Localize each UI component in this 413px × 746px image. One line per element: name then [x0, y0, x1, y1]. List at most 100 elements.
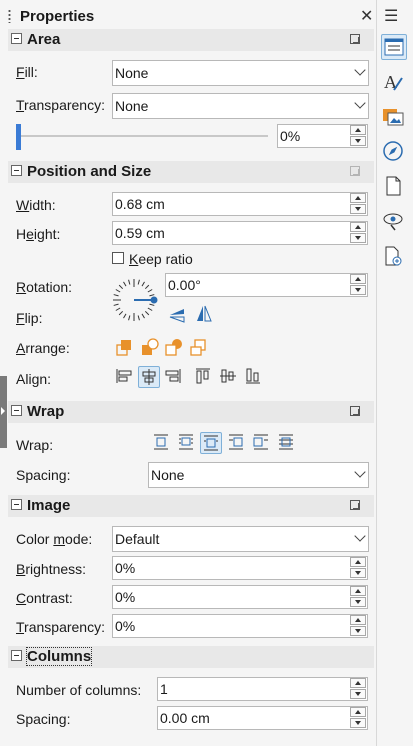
spin-down-icon[interactable] — [350, 568, 366, 578]
align-center-button[interactable] — [138, 366, 160, 388]
spin-up-icon[interactable] — [350, 678, 366, 688]
wrap-none-button[interactable] — [151, 432, 173, 454]
spin-up-icon[interactable] — [350, 274, 366, 284]
spin-up-icon[interactable] — [350, 707, 366, 717]
spin-down-icon[interactable] — [350, 204, 366, 214]
brightness-value: 0% — [115, 560, 136, 576]
align-middle-button[interactable] — [218, 366, 240, 388]
align-right-button[interactable] — [163, 366, 185, 388]
fill-value: None — [115, 65, 149, 81]
color-mode-label: Color mode: — [16, 531, 93, 547]
align-left-button[interactable] — [114, 366, 136, 388]
spin-up-icon[interactable] — [350, 222, 366, 232]
wrap-section-header[interactable]: Wrap — [8, 401, 374, 423]
columns-spacing-spin[interactable]: 0.00 cm — [157, 706, 368, 730]
deck-tab-page[interactable] — [381, 174, 407, 200]
send-to-back-icon[interactable] — [189, 337, 209, 357]
spin-down-icon[interactable] — [350, 285, 366, 295]
gallery-icon — [383, 109, 404, 126]
deck-tab-properties[interactable] — [381, 34, 407, 60]
close-icon[interactable]: ✕ — [360, 6, 373, 26]
align-right-icon — [165, 369, 181, 383]
align-middle-icon — [220, 369, 236, 383]
more-options-icon[interactable] — [350, 34, 360, 44]
transparency-slider-thumb[interactable] — [16, 124, 21, 150]
dial-tick — [123, 313, 127, 319]
deck-tab-styles[interactable]: A — [381, 70, 407, 96]
spin-up-icon[interactable] — [350, 586, 366, 596]
spin-down-icon[interactable] — [350, 689, 366, 699]
dial-tick — [128, 315, 131, 321]
collapse-toggle-icon[interactable] — [11, 33, 22, 44]
page-icon — [386, 176, 401, 196]
collapse-toggle-icon[interactable] — [11, 650, 22, 661]
spin-up-icon[interactable] — [350, 615, 366, 625]
properties-icon — [384, 38, 404, 56]
spin-up-icon[interactable] — [350, 193, 366, 203]
height-spin[interactable]: 0.59 cm — [112, 221, 368, 245]
transparency-slider-track[interactable] — [16, 135, 268, 137]
dial-tick — [144, 284, 150, 290]
wrap-parallel-button[interactable] — [176, 432, 198, 454]
spin-down-icon[interactable] — [350, 718, 366, 728]
image-transparency-spin[interactable]: 0% — [112, 614, 368, 638]
keep-ratio-checkbox[interactable] — [112, 252, 124, 264]
flip-horizontal-icon[interactable] — [194, 304, 214, 324]
deck-tab-gallery[interactable] — [381, 104, 407, 130]
dial-tick — [149, 303, 155, 306]
drag-handle[interactable] — [8, 9, 11, 23]
contrast-spin[interactable]: 0% — [112, 585, 368, 609]
columns-section-header[interactable]: Columns — [8, 646, 374, 668]
dial-tick — [137, 279, 140, 285]
transparency-percent-spin[interactable]: 0% — [277, 124, 368, 148]
hamburger-menu-icon[interactable]: ☰ — [384, 6, 398, 26]
spin-up-icon[interactable] — [350, 557, 366, 567]
spin-down-icon[interactable] — [350, 136, 366, 146]
chevron-down-icon — [354, 64, 366, 76]
collapse-toggle-icon[interactable] — [11, 405, 22, 416]
wrap-right-button[interactable] — [251, 432, 273, 454]
contrast-label: Contrast: — [16, 590, 73, 606]
collapse-toggle-icon[interactable] — [11, 165, 22, 176]
spin-down-icon[interactable] — [350, 233, 366, 243]
collapse-toggle-icon[interactable] — [11, 499, 22, 510]
wrap-none-icon — [154, 434, 168, 450]
rotation-dial-icon[interactable] — [110, 276, 158, 324]
deck-tab-manage-changes[interactable] — [381, 244, 407, 270]
width-spin[interactable]: 0.68 cm — [112, 192, 368, 216]
flip-vertical-icon[interactable] — [168, 305, 188, 325]
forward-one-icon[interactable] — [140, 337, 160, 357]
rotation-spin[interactable]: 0.00° — [165, 273, 368, 297]
align-bottom-button[interactable] — [243, 366, 265, 388]
wrap-through-button[interactable] — [276, 432, 298, 454]
sidebar-collapse-handle[interactable] — [0, 376, 7, 448]
bring-to-front-icon[interactable] — [115, 337, 135, 357]
dial-tick — [144, 310, 150, 316]
dial-tick — [113, 294, 119, 297]
brightness-spin[interactable]: 0% — [112, 556, 368, 580]
color-mode-dropdown[interactable]: Default — [112, 526, 369, 552]
wrap-left-button[interactable] — [226, 432, 248, 454]
more-options-icon[interactable] — [350, 166, 360, 176]
number-of-columns-spin[interactable]: 1 — [157, 677, 368, 701]
spin-down-icon[interactable] — [350, 597, 366, 607]
wrap-spacing-dropdown[interactable]: None — [148, 462, 369, 488]
navigator-icon — [383, 141, 403, 161]
position-size-section-header[interactable]: Position and Size — [8, 161, 374, 183]
image-title: Image — [27, 497, 71, 514]
spin-down-icon[interactable] — [350, 626, 366, 636]
deck-tab-style-inspector[interactable] — [381, 209, 407, 235]
deck-tab-navigator[interactable] — [381, 139, 407, 165]
rotation-value: 0.00° — [168, 277, 201, 293]
more-options-icon[interactable] — [350, 406, 360, 416]
transparency-dropdown[interactable]: None — [112, 93, 369, 119]
dial-tick — [123, 281, 127, 287]
wrap-optimal-button[interactable] — [200, 432, 222, 454]
back-one-icon[interactable] — [164, 337, 184, 357]
spin-up-icon[interactable] — [350, 125, 366, 135]
more-options-icon[interactable] — [350, 500, 360, 510]
align-top-button[interactable] — [193, 366, 215, 388]
area-section-header[interactable]: Area — [8, 29, 374, 51]
fill-dropdown[interactable]: None — [112, 60, 369, 86]
image-section-header[interactable]: Image — [8, 495, 374, 517]
